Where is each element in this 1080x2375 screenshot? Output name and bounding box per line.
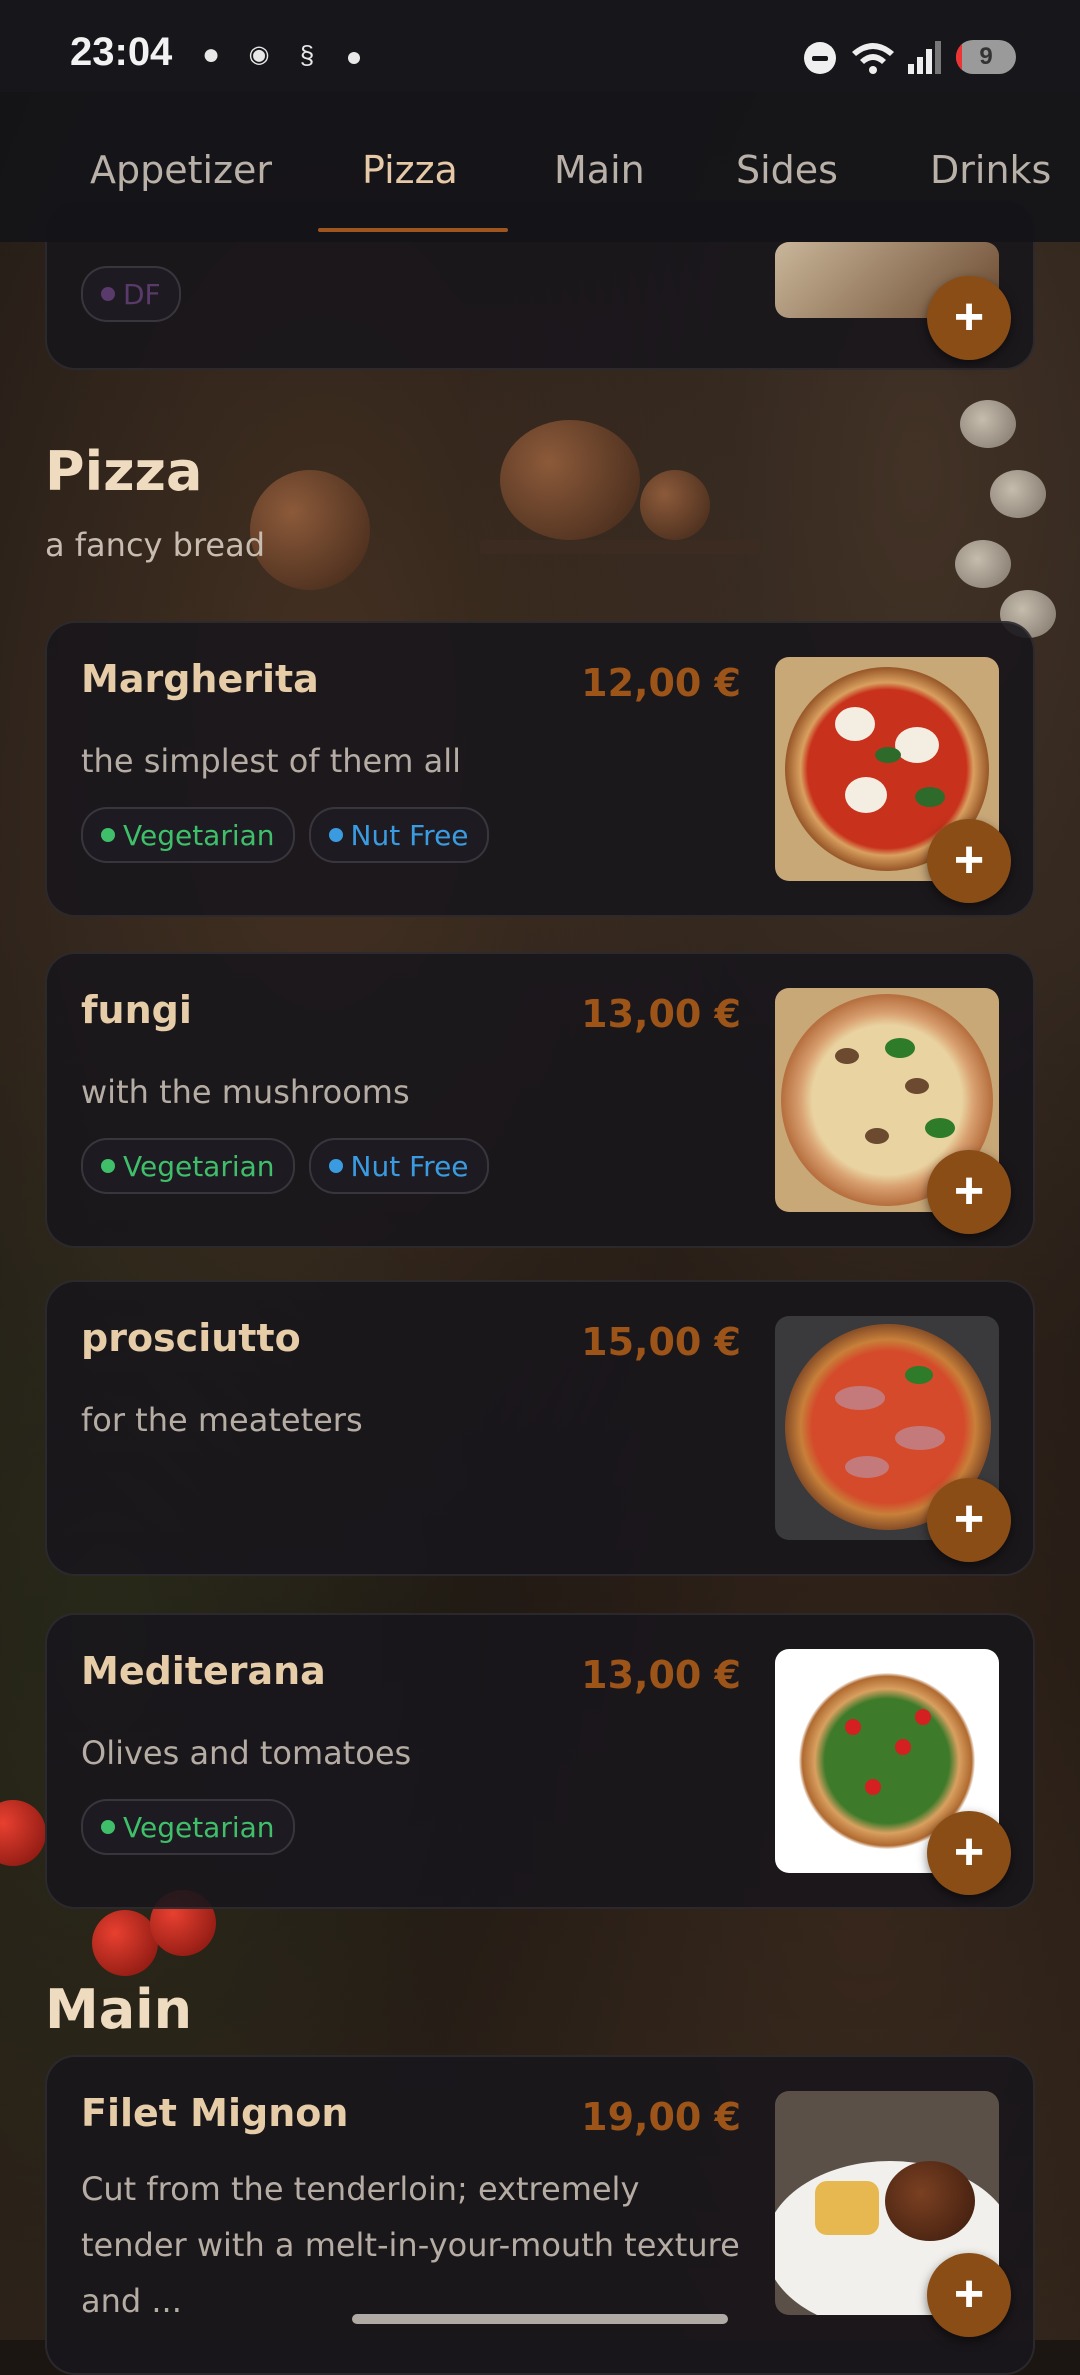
item-name: Filet Mignon <box>81 2091 349 2135</box>
tab-main[interactable]: Main <box>554 148 645 228</box>
item-name: Margherita <box>81 657 319 701</box>
item-name: prosciutto <box>81 1316 301 1360</box>
menu-item-card[interactable]: fungi 13,00 € with the mushrooms Vegetar… <box>45 952 1035 1248</box>
item-price: 15,00 € <box>581 1320 741 1364</box>
discord-icon: ◉ <box>248 41 270 68</box>
add-to-cart-button[interactable]: + <box>927 1811 1011 1895</box>
section-title-main: Main <box>45 1978 193 2041</box>
tab-sides[interactable]: Sides <box>736 148 838 228</box>
signal-icon <box>908 41 941 74</box>
category-tab-bar: Appetizer Pizza Main Sides Drinks <box>0 92 1080 242</box>
tag-vegetarian: Vegetarian <box>81 1138 295 1194</box>
item-name: fungi <box>81 988 192 1032</box>
section-title-pizza: Pizza <box>45 440 203 503</box>
tag-vegetarian: Vegetarian <box>81 1799 295 1855</box>
battery-level: 9 <box>979 43 993 70</box>
dnd-icon <box>804 42 836 74</box>
item-price: 19,00 € <box>581 2095 741 2139</box>
status-bar: 23:04 ● ◉ § 9 <box>0 0 1080 92</box>
tag-vegetarian: Vegetarian <box>81 807 295 863</box>
active-tab-indicator <box>318 228 508 232</box>
wifi-icon <box>852 43 894 74</box>
tag-nut-free: Nut Free <box>308 807 489 863</box>
tab-pizza[interactable]: Pizza <box>362 148 458 228</box>
tab-drinks[interactable]: Drinks <box>930 148 1051 228</box>
item-name: Mediterana <box>81 1649 326 1693</box>
item-price: 13,00 € <box>581 1653 741 1697</box>
menu-item-card[interactable]: Margherita 12,00 € the simplest of them … <box>45 621 1035 917</box>
add-to-cart-button[interactable]: + <box>927 2253 1011 2337</box>
tag-nut-free: Nut Free <box>308 1138 489 1194</box>
snapchat-icon: ● <box>201 38 221 71</box>
item-description: Cut from the tenderloin; extremely tende… <box>81 2170 740 2320</box>
item-description: Olives and tomatoes <box>81 1734 412 1772</box>
menu-item-card[interactable]: Filet Mignon 19,00 € Cut from the tender… <box>45 2055 1035 2375</box>
menu-item-card[interactable]: prosciutto 15,00 € for the meateters + <box>45 1280 1035 1576</box>
tag-dairy-free: DF <box>81 266 181 322</box>
tab-appetizer[interactable]: Appetizer <box>90 148 272 228</box>
menu-item-card[interactable]: Mediterana 13,00 € Olives and tomatoes V… <box>45 1613 1035 1909</box>
app-icon: § <box>299 40 315 70</box>
section-subtitle-pizza: a fancy bread <box>45 526 266 564</box>
add-to-cart-button[interactable]: + <box>927 819 1011 903</box>
item-price: 12,00 € <box>581 661 741 705</box>
item-description: the simplest of them all <box>81 742 461 780</box>
home-indicator[interactable] <box>352 2314 728 2324</box>
status-time: 23:04 <box>70 30 173 74</box>
add-to-cart-button[interactable]: + <box>927 1478 1011 1562</box>
item-description: for the meateters <box>81 1401 363 1439</box>
item-price: 13,00 € <box>581 992 741 1036</box>
battery-icon: 9 <box>956 40 1016 74</box>
item-description: with the mushrooms <box>81 1073 410 1111</box>
add-to-cart-button[interactable]: + <box>927 1150 1011 1234</box>
notification-dot-icon <box>348 52 360 64</box>
add-to-cart-button[interactable]: + <box>927 276 1011 360</box>
